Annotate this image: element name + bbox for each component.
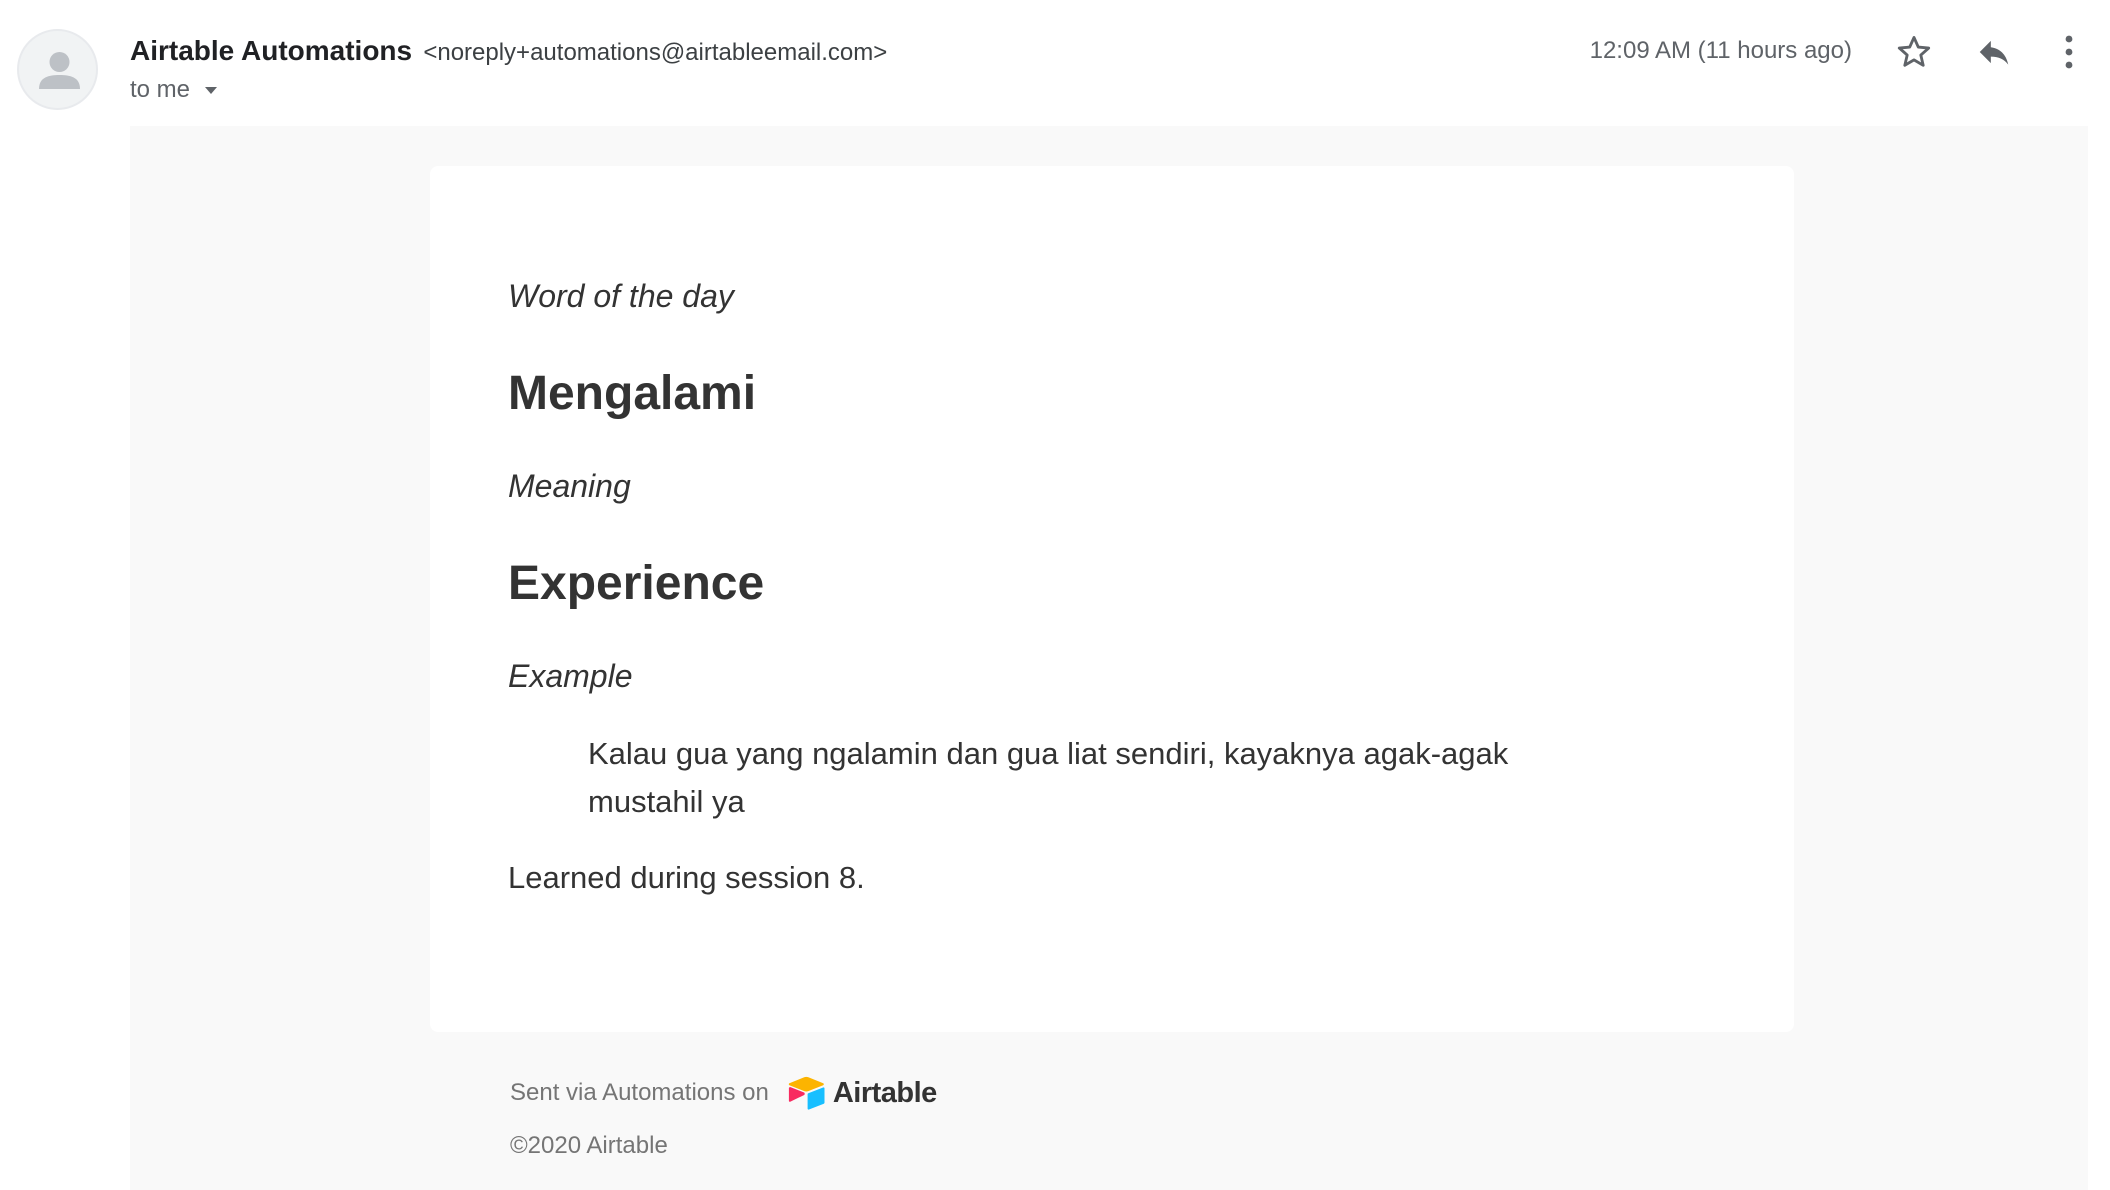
sender-name[interactable]: Airtable Automations	[130, 35, 412, 66]
sent-via-line: Sent via Automations on Airtable	[510, 1070, 937, 1116]
example-quote: Kalau gua yang ngalamin dan gua liat sen…	[588, 736, 1509, 819]
copyright-text: ©2020 Airtable	[510, 1132, 668, 1159]
person-icon	[39, 52, 80, 89]
email-content: Word of the day Mengalami Meaning Experi…	[508, 276, 1708, 898]
recipient-label: to me	[130, 76, 191, 103]
star-button[interactable]	[1890, 28, 1938, 76]
message-header: Airtable Automations <noreply+automation…	[0, 0, 2110, 126]
word: Mengalami	[508, 367, 757, 420]
caret-down-icon	[205, 87, 218, 94]
example-label: Example	[508, 658, 633, 694]
word-label: Word of the day	[508, 278, 734, 314]
learned-note: Learned during session 8.	[508, 860, 865, 895]
star-icon	[1897, 36, 1931, 67]
recipient-details-toggle[interactable]: to me	[130, 74, 220, 106]
email-footer: Sent via Automations on Airtable ©2020 A…	[510, 1070, 937, 1160]
sent-via-text: Sent via Automations on	[510, 1079, 769, 1106]
reply-icon	[1979, 40, 2009, 65]
airtable-brand-name: Airtable	[832, 1076, 937, 1109]
sender-line: Airtable Automations <noreply+automation…	[130, 34, 887, 70]
more-options-button[interactable]	[2045, 28, 2093, 76]
meaning: Experience	[508, 557, 765, 610]
email-content-card: Word of the day Mengalami Meaning Experi…	[430, 166, 1794, 1032]
airtable-logo-icon	[788, 1076, 825, 1110]
message-timestamp: 12:09 AM (11 hours ago)	[1589, 37, 1852, 64]
more-vert-icon	[2065, 35, 2073, 69]
sender-email: <noreply+automations@airtableemail.com>	[423, 39, 888, 66]
sender-avatar[interactable]	[17, 29, 98, 110]
meaning-label: Meaning	[508, 468, 631, 504]
reply-button[interactable]	[1970, 28, 2018, 76]
airtable-brand-link[interactable]: Airtable	[785, 1075, 937, 1111]
